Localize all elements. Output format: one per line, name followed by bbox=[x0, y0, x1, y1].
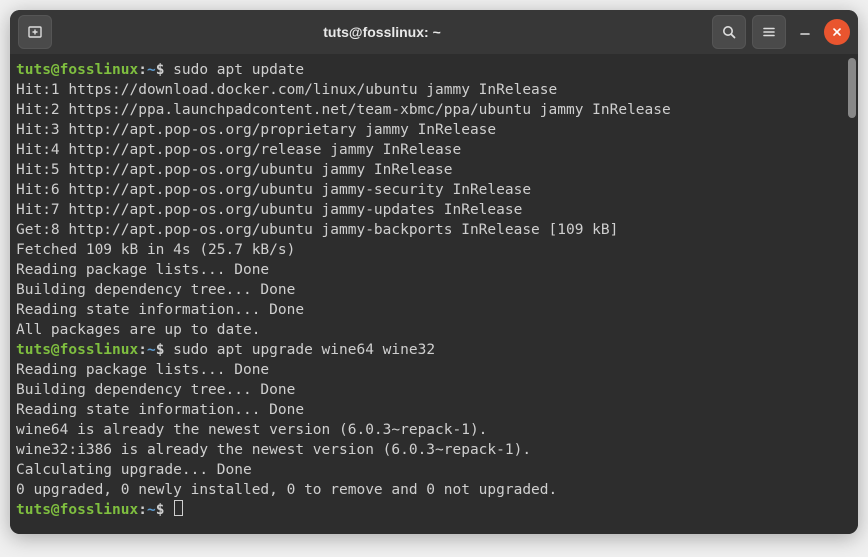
prompt-path: ~ bbox=[147, 62, 156, 78]
titlebar: tuts@fosslinux: ~ bbox=[10, 10, 858, 54]
command-text: sudo apt update bbox=[173, 62, 304, 78]
output-line: Building dependency tree... Done bbox=[16, 380, 858, 400]
close-button[interactable] bbox=[824, 19, 850, 45]
terminal-window: tuts@fosslinux: ~ tuts@fosslinux:~$ sudo… bbox=[10, 10, 858, 534]
prompt-user: tuts@fosslinux bbox=[16, 342, 138, 358]
cursor bbox=[174, 500, 183, 516]
command-text: sudo apt upgrade wine64 wine32 bbox=[173, 342, 435, 358]
output-line: All packages are up to date. bbox=[16, 320, 858, 340]
window-title: tuts@fosslinux: ~ bbox=[60, 24, 704, 40]
output-line: Calculating upgrade... Done bbox=[16, 460, 858, 480]
prompt-user: tuts@fosslinux bbox=[16, 502, 138, 518]
new-tab-icon bbox=[27, 24, 43, 40]
new-tab-button[interactable] bbox=[18, 15, 52, 49]
output-line: Reading state information... Done bbox=[16, 300, 858, 320]
prompt-path: ~ bbox=[147, 342, 156, 358]
minimize-icon bbox=[800, 27, 810, 37]
terminal-viewport[interactable]: tuts@fosslinux:~$ sudo apt update Hit:1 … bbox=[10, 54, 858, 534]
output-line: Reading package lists... Done bbox=[16, 360, 858, 380]
prompt-path: ~ bbox=[147, 502, 156, 518]
search-button[interactable] bbox=[712, 15, 746, 49]
prompt-line: tuts@fosslinux:~$ sudo apt upgrade wine6… bbox=[16, 340, 858, 360]
output-line: wine64 is already the newest version (6.… bbox=[16, 420, 858, 440]
output-line: Hit:2 https://ppa.launchpadcontent.net/t… bbox=[16, 100, 858, 120]
output-line: Reading package lists... Done bbox=[16, 260, 858, 280]
output-line: Hit:5 http://apt.pop-os.org/ubuntu jammy… bbox=[16, 160, 858, 180]
output-line: Hit:3 http://apt.pop-os.org/proprietary … bbox=[16, 120, 858, 140]
output-line: wine32:i386 is already the newest versio… bbox=[16, 440, 858, 460]
prompt-line: tuts@fosslinux:~$ sudo apt update bbox=[16, 60, 858, 80]
output-line: Hit:1 https://download.docker.com/linux/… bbox=[16, 80, 858, 100]
menu-button[interactable] bbox=[752, 15, 786, 49]
output-line: Reading state information... Done bbox=[16, 400, 858, 420]
output-line: Fetched 109 kB in 4s (25.7 kB/s) bbox=[16, 240, 858, 260]
prompt-user: tuts@fosslinux bbox=[16, 62, 138, 78]
output-line: 0 upgraded, 0 newly installed, 0 to remo… bbox=[16, 480, 858, 500]
minimize-button[interactable] bbox=[792, 19, 818, 45]
output-line: Get:8 http://apt.pop-os.org/ubuntu jammy… bbox=[16, 220, 858, 240]
hamburger-icon bbox=[761, 24, 777, 40]
search-icon bbox=[721, 24, 737, 40]
prompt-line: tuts@fosslinux:~$ bbox=[16, 500, 858, 520]
output-line: Hit:7 http://apt.pop-os.org/ubuntu jammy… bbox=[16, 200, 858, 220]
output-line: Hit:4 http://apt.pop-os.org/release jamm… bbox=[16, 140, 858, 160]
output-line: Building dependency tree... Done bbox=[16, 280, 858, 300]
output-line: Hit:6 http://apt.pop-os.org/ubuntu jammy… bbox=[16, 180, 858, 200]
close-icon bbox=[832, 27, 842, 37]
scrollbar-thumb[interactable] bbox=[848, 58, 856, 118]
